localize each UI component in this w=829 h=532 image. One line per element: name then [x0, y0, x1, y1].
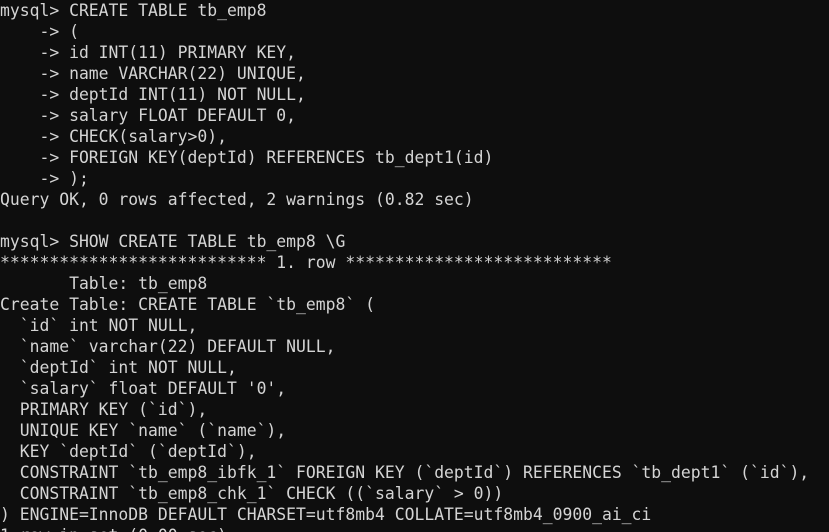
terminal-continuation-line: -> name VARCHAR(22) UNIQUE,	[0, 64, 306, 83]
terminal-continuation-line: -> FOREIGN KEY(deptId) REFERENCES tb_dep…	[0, 148, 494, 167]
terminal-line: CONSTRAINT `tb_emp8_chk_1` CHECK ((`sala…	[0, 484, 504, 503]
terminal-line: CONSTRAINT `tb_emp8_ibfk_1` FOREIGN KEY …	[0, 463, 810, 482]
terminal-line: `name` varchar(22) DEFAULT NULL,	[0, 337, 336, 356]
terminal-row-separator: *************************** 1. row *****…	[0, 253, 612, 272]
terminal-line: PRIMARY KEY (`id`),	[0, 400, 208, 419]
terminal-prompt-line: mysql> CREATE TABLE tb_emp8	[0, 1, 267, 20]
terminal-continuation-line: -> salary FLOAT DEFAULT 0,	[0, 106, 297, 125]
terminal-continuation-line: -> (	[0, 22, 79, 41]
terminal-line: `salary` float DEFAULT '0',	[0, 379, 287, 398]
terminal-line: KEY `deptId` (`deptId`),	[0, 442, 257, 461]
terminal-prompt-line: mysql> SHOW CREATE TABLE tb_emp8 \G	[0, 232, 346, 251]
terminal-continuation-line: -> deptId INT(11) NOT NULL,	[0, 85, 306, 104]
terminal-continuation-line: -> id INT(11) PRIMARY KEY,	[0, 43, 297, 62]
terminal-line: ) ENGINE=InnoDB DEFAULT CHARSET=utf8mb4 …	[0, 505, 652, 524]
terminal-result-line: 1 row in set (0.00 sec)	[0, 525, 829, 532]
terminal-line: `deptId` int NOT NULL,	[0, 358, 237, 377]
terminal-line: `id` int NOT NULL,	[0, 316, 198, 335]
terminal-result-line: Query OK, 0 rows affected, 2 warnings (0…	[0, 190, 474, 209]
terminal-continuation-line: -> CHECK(salary>0),	[0, 127, 227, 146]
terminal-line: UNIQUE KEY `name` (`name`),	[0, 421, 287, 440]
terminal-line: Create Table: CREATE TABLE `tb_emp8` (	[0, 295, 375, 314]
terminal-line: Table: tb_emp8	[0, 274, 208, 293]
terminal-window[interactable]: mysql> CREATE TABLE tb_emp8 -> ( -> id I…	[0, 0, 829, 532]
terminal-continuation-line: -> );	[0, 169, 89, 188]
terminal-output: mysql> CREATE TABLE tb_emp8 -> ( -> id I…	[0, 0, 829, 532]
